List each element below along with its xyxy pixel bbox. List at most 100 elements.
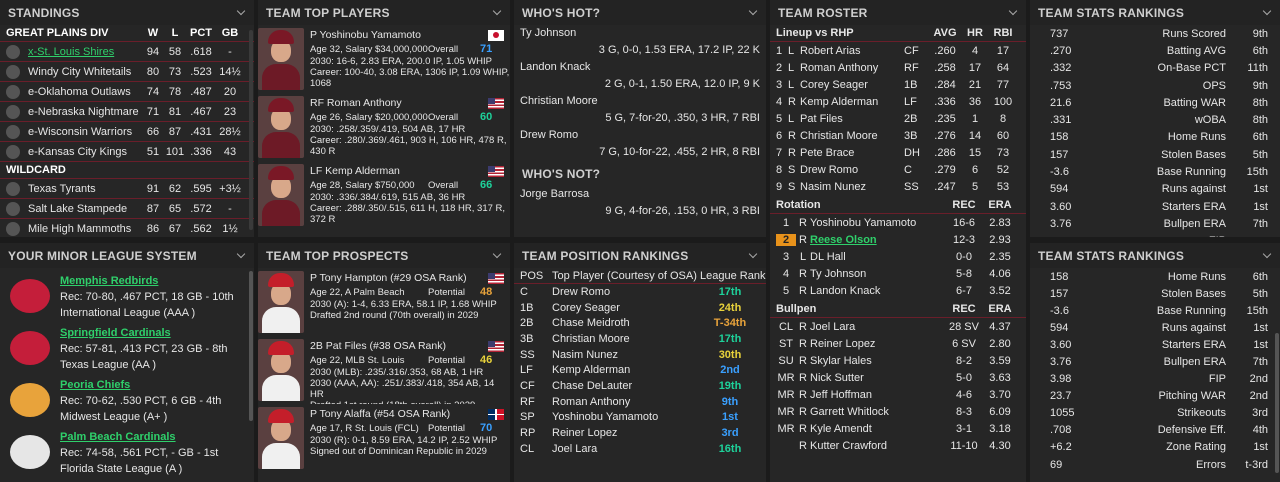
wildcard-header: WILDCARD	[0, 162, 254, 179]
minor-team-link[interactable]: Memphis Redbirds	[60, 275, 234, 287]
hot-player[interactable]: Christian Moore 5 G, 7-for-20, .350, 3 HR…	[514, 93, 766, 127]
standings-row[interactable]: e-Nebraska Nightmare 71 81 .467 23	[0, 102, 254, 122]
bullpen-row[interactable]: R Kutter Crawford 11-10 4.30	[770, 437, 1026, 454]
pct: .523	[190, 65, 212, 78]
rotation-row[interactable]: 5 R Landon Knack 6-7 3.52	[770, 282, 1026, 299]
lineup-row[interactable]: 3 L Corey Seager 1B .284 21 77	[770, 76, 1026, 93]
chevron-down-icon[interactable]	[236, 251, 246, 261]
bullpen-row[interactable]: MR R Garrett Whitlock 8-3 6.09	[770, 403, 1026, 420]
role: MR	[777, 371, 795, 384]
player-card[interactable]: LF Kemp Alderman Age 28, Salary $750,000 O…	[258, 161, 510, 229]
position-row[interactable]: CF Chase DeLauter 19th	[514, 378, 766, 394]
player-card[interactable]: 2B Pat Files (#38 OSA Rank) Age 22, MLB S…	[258, 336, 510, 404]
position-row[interactable]: CL Joel Lara 16th	[514, 441, 766, 457]
position-row[interactable]: RF Roman Anthony 9th	[514, 394, 766, 410]
lineup-row[interactable]: 8 S Drew Romo C .279 6 52	[770, 161, 1026, 178]
chevron-down-icon[interactable]	[1008, 8, 1018, 18]
scrollbar[interactable]	[249, 271, 253, 421]
whitetails-logo	[6, 64, 20, 79]
minor-team-link[interactable]: Palm Beach Cardinals	[60, 431, 218, 443]
standings-row[interactable]: e-Oklahoma Outlaws 74 78 .487 20	[0, 82, 254, 102]
position-row[interactable]: 3B Christian Moore 17th	[514, 331, 766, 347]
minor-team-link[interactable]: Springfield Cardinals	[60, 327, 228, 339]
lineup-row[interactable]: 2 L Roman Anthony RF .258 17 64	[770, 59, 1026, 76]
bullpen-row[interactable]: ST R Reiner Lopez 6 SV 2.80	[770, 335, 1026, 352]
chevron-down-icon[interactable]	[748, 8, 758, 18]
player-card[interactable]: RF Roman Anthony Age 26, Salary $20,000,0…	[258, 93, 510, 161]
chevron-down-icon[interactable]	[236, 8, 246, 18]
position-rankings-panel: TEAM POSITION RANKINGS POS Top Player (C…	[514, 243, 766, 482]
wins: 71	[146, 105, 160, 118]
stat-rank: 4th	[1252, 424, 1268, 437]
position-row[interactable]: C Drew Romo 17th	[514, 284, 766, 300]
lineup-row[interactable]: 6 R Christian Moore 3B .276 14 60	[770, 127, 1026, 144]
team-name: Windy City Whitetails	[28, 65, 132, 78]
position: CF	[904, 44, 919, 57]
bullpen-row[interactable]: MR R Nick Sutter 5-0 3.63	[770, 369, 1026, 386]
player-name: Drew Romo	[800, 163, 859, 176]
bullpen-row[interactable]: CL R Joel Lara 28 SV 4.37	[770, 318, 1026, 335]
position-row[interactable]: 1B Corey Seager 24th	[514, 300, 766, 316]
player-name: Landon Knack	[520, 61, 591, 73]
stat-row: 737 Runs Scored 9th	[1030, 25, 1280, 42]
rotation-row[interactable]: 3 L DL Hall 0-0 2.35	[770, 248, 1026, 265]
lineup-row[interactable]: 9 S Nasim Nunez SS .247 5 53	[770, 178, 1026, 195]
position: RP	[520, 427, 536, 440]
top-player: Christian Moore	[552, 332, 630, 345]
batting-order: 3	[776, 78, 783, 91]
player-stat-line: 2 G, 0-1, 1.50 ERA, 12.0 IP, 9 K	[604, 78, 760, 90]
hot-player[interactable]: Ty Johnson 3 G, 0-0, 1.53 ERA, 17.2 IP, 2…	[514, 25, 766, 59]
top-player: Joel Lara	[552, 442, 598, 455]
standings-row[interactable]: Mile High Mammoths 86 67 .562 1½	[0, 219, 254, 237]
standings-row[interactable]: Windy City Whitetails 80 73 .523 14½	[0, 62, 254, 82]
team-name: e-Kansas City Kings	[28, 145, 128, 158]
stat-rank: 6th	[1252, 44, 1268, 57]
hot-player[interactable]: Jorge Barrosa 9 G, 4-for-26, .153, 0 HR, …	[514, 186, 766, 220]
top-player: Yoshinobu Yamamoto	[552, 411, 659, 424]
position-row[interactable]: 2B Chase Meidroth T-34th	[514, 315, 766, 331]
position-row[interactable]: LF Kemp Alderman 2nd	[514, 362, 766, 378]
rotation-row[interactable]: 4 R Ty Johnson 5-8 4.06	[770, 265, 1026, 282]
hot-player[interactable]: Landon Knack 2 G, 0-1, 1.50 ERA, 12.0 IP,…	[514, 59, 766, 93]
standings-row[interactable]: x-St. Louis Shires 94 58 .618 -	[0, 42, 254, 62]
scrollbar[interactable]	[1275, 333, 1279, 473]
standings-row[interactable]: e-Kansas City Kings 51 101 .336 43	[0, 142, 254, 162]
lineup-row[interactable]: 4 R Kemp Alderman LF .336 36 100	[770, 93, 1026, 110]
player-card[interactable]: P Tony Hampton (#29 OSA Rank) Age 22, A P…	[258, 268, 510, 336]
hot-player[interactable]: Drew Romo 7 G, 10-for-22, .455, 2 HR, 8 R…	[514, 127, 766, 161]
usa-flag	[488, 97, 504, 109]
bullpen-row[interactable]: SU R Skylar Hales 8-2 3.59	[770, 352, 1026, 369]
standings-row[interactable]: Texas Tyrants 91 62 .595 +3½	[0, 179, 254, 199]
player-stat-line: 7 G, 10-for-22, .455, 2 HR, 8 RBI	[599, 146, 760, 158]
hand: R	[799, 422, 807, 435]
chevron-down-icon[interactable]	[1262, 251, 1272, 261]
rotation-row[interactable]: 1 R Yoshinobu Yamamoto 16-6 2.83	[770, 214, 1026, 231]
dominican-flag	[488, 408, 504, 420]
hand: R	[799, 371, 807, 384]
player-card[interactable]: P Yoshinobu Yamamoto Age 32, Salary $34,0…	[258, 25, 510, 93]
chevron-down-icon[interactable]	[1262, 8, 1272, 18]
position-row[interactable]: RP Reiner Lopez 3rd	[514, 425, 766, 441]
standings-row[interactable]: e-Wisconsin Warriors 66 87 .431 28½	[0, 122, 254, 142]
stat-row: 69 Errors t-3rd	[1030, 456, 1280, 473]
rotation-row[interactable]: 2 R Reese Olson 12-3 2.93	[770, 231, 1026, 248]
bullpen-row[interactable]: MR R Jeff Hoffman 4-6 3.70	[770, 386, 1026, 403]
role: MR	[777, 388, 795, 401]
stat-value: 157	[1050, 287, 1069, 300]
stat-line-1: 2030: .336/.384/.619, 515 AB, 36 HR	[310, 192, 466, 203]
hand: L	[788, 44, 795, 57]
chevron-down-icon[interactable]	[492, 8, 502, 18]
player-card[interactable]: P Tony Alaffa (#54 OSA Rank) Age 17, R St…	[258, 404, 510, 472]
lineup-row[interactable]: 5 L Pat Files 2B .235 1 8	[770, 110, 1026, 127]
lineup-row[interactable]: 7 R Pete Brace DH .286 15 73	[770, 144, 1026, 161]
stat-row: 158 Home Runs 6th	[1030, 129, 1280, 146]
chevron-down-icon[interactable]	[748, 251, 758, 261]
position-row[interactable]: SS Nasim Nunez 30th	[514, 347, 766, 363]
bullpen-row[interactable]: MR R Kyle Amendt 3-1 3.18	[770, 420, 1026, 437]
scrollbar[interactable]	[249, 30, 253, 230]
lineup-row[interactable]: 1 L Robert Arias CF .260 4 17	[770, 42, 1026, 59]
position-row[interactable]: SP Yoshinobu Yamamoto 1st	[514, 410, 766, 426]
minor-team-link[interactable]: Peoria Chiefs	[60, 379, 221, 391]
standings-row[interactable]: Salt Lake Stampede 87 65 .572 -	[0, 199, 254, 219]
chevron-down-icon[interactable]	[492, 251, 502, 261]
